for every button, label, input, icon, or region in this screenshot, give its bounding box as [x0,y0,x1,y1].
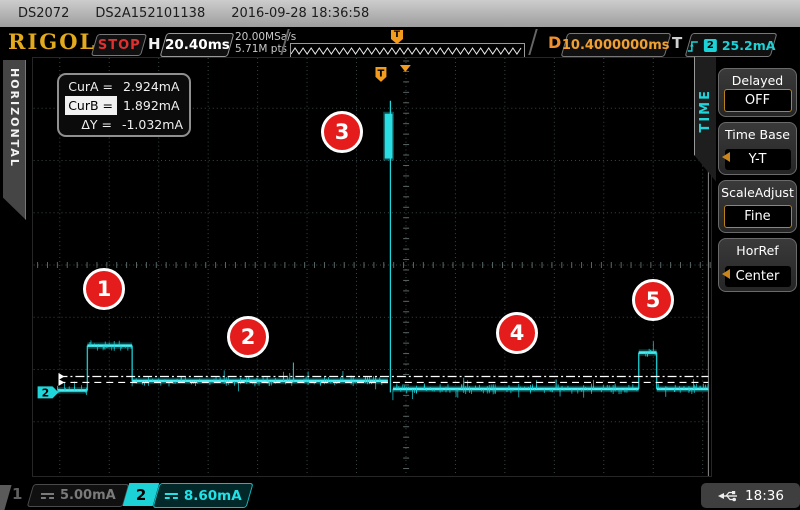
toolbar: RIGOL STOP H 20.40ms 20.00MSa/s 5.71M pt… [0,27,800,57]
callout-3: 3 [321,111,363,153]
menu-value: OFF [724,89,792,112]
timebase-value: 20.40ms [165,37,230,53]
dc-coupling-icon [165,493,178,499]
rigol-logo: RIGOL [8,29,96,54]
serial-label: DS2A152101138 [95,6,205,21]
callout-4: 4 [496,312,538,354]
usb-icon [717,489,739,503]
trigger-flag-letter: T [394,30,400,44]
trigger-label: T [672,34,682,52]
menu-item-timebase[interactable]: Time Base Y-T [718,122,797,175]
horizontal-banner: HORIZONTAL [3,60,26,220]
run-state-indicator[interactable]: STOP [91,34,147,56]
callout-1: 1 [83,268,125,310]
svg-text:T: T [377,68,384,79]
trigger-level-value: 25.2mA [722,38,776,53]
callout-5: 5 [632,279,674,321]
delay-value: 10.4000000ms [562,38,670,53]
datetime-label: 2016-09-28 18:36:58 [231,6,369,21]
menu-item-scaleadjust[interactable]: ScaleAdjust Fine [718,180,797,233]
oscilloscope-screen: DS2072 DS2A152101138 2016-09-28 18:36:58… [0,0,800,510]
dc-coupling-icon [41,493,54,499]
svg-text:2: 2 [42,386,50,399]
callout-2: 2 [227,316,269,358]
menu-label: Delayed [732,73,783,88]
header-bar: DS2072 DS2A152101138 2016-09-28 18:36:58 [0,0,800,27]
cursor-row-b: CurB = 1.892mA [65,96,183,115]
horizontal-banner-label: HORIZONTAL [8,68,21,168]
channel-1-scale-box[interactable]: 5.00mA [27,484,130,507]
delay-label: D [548,33,561,52]
divider [528,29,537,55]
cursor-delta-value: -1.032mA [122,115,183,134]
channel-2-scale-box[interactable]: 8.60mA [152,483,253,508]
channel-status-bar: 1 5.00mA 2 8.60mA 18:36 [0,477,800,510]
left-arrow-icon [722,152,730,162]
memory-depth: 5.71M pts [235,43,296,55]
menu-label: HorRef [736,243,778,258]
run-state-label: STOP [98,38,141,53]
cursor-row-a: CurA = 2.924mA [65,77,183,96]
time-tab-label: TIME [698,89,713,133]
timebase-readout[interactable]: 20.40ms [160,33,235,57]
trigger-position-icon[interactable]: T [391,30,403,44]
cursor-b-label: CurB = [65,96,117,115]
menu-label: ScaleAdjust [721,185,794,200]
trigger-source-badge: 2 [704,39,717,52]
waveform-preview-strip[interactable] [290,43,525,58]
menu-label: Time Base [725,127,790,142]
cursor-b-value: 1.892mA [123,96,180,115]
channel-2-number-label: 2 [136,486,146,504]
channel-1-number[interactable]: 1 [12,485,22,503]
menu-value: Center [725,266,791,287]
horizontal-label: H [148,35,161,53]
clock: 18:36 [745,488,784,504]
cursor-a-value: 2.924mA [123,77,180,96]
softkey-menu: Delayed OFF Time Base Y-T ScaleAdjust Fi… [716,57,800,477]
channel-2-scale: 8.60mA [184,488,242,504]
cursor-delta-row: ΔY = -1.032mA [65,115,183,134]
cursor-a-label: CurA = [65,77,117,96]
trigger-readout[interactable]: 2 25.2mA [685,33,778,57]
divider [0,485,12,510]
cursor-readout-box: CurA = 2.924mA CurB = 1.892mA ΔY = -1.03… [57,73,191,137]
cursor-delta-label: ΔY = [65,115,116,134]
delay-readout[interactable]: 10.4000000ms [561,33,672,57]
menu-item-delayed[interactable]: Delayed OFF [718,68,797,117]
left-arrow-icon [722,269,730,279]
channel-1-scale: 5.00mA [60,488,116,503]
menu-item-horref[interactable]: HorRef Center [718,238,797,292]
rising-edge-icon [687,38,699,52]
menu-value: Y-T [725,149,791,170]
status-box: 18:36 [701,483,800,508]
model-label: DS2072 [18,6,69,21]
menu-value: Fine [724,205,792,228]
